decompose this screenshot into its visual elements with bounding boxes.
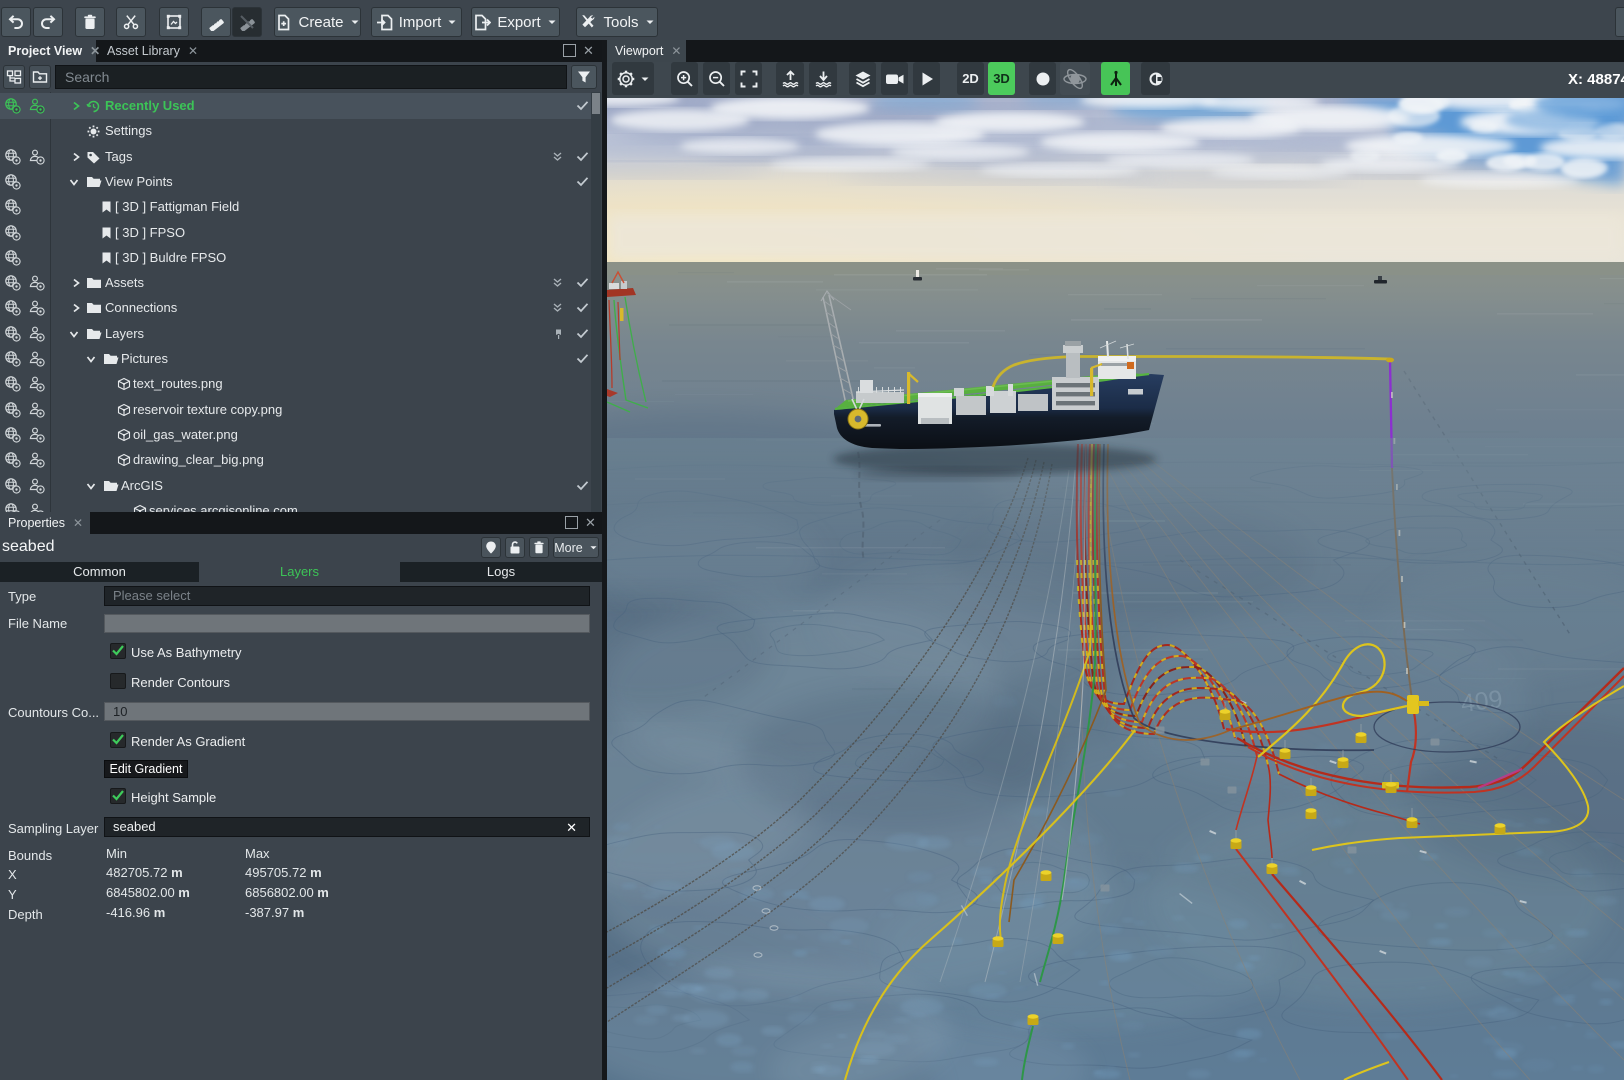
svg-text:409: 409 [1459, 685, 1504, 718]
